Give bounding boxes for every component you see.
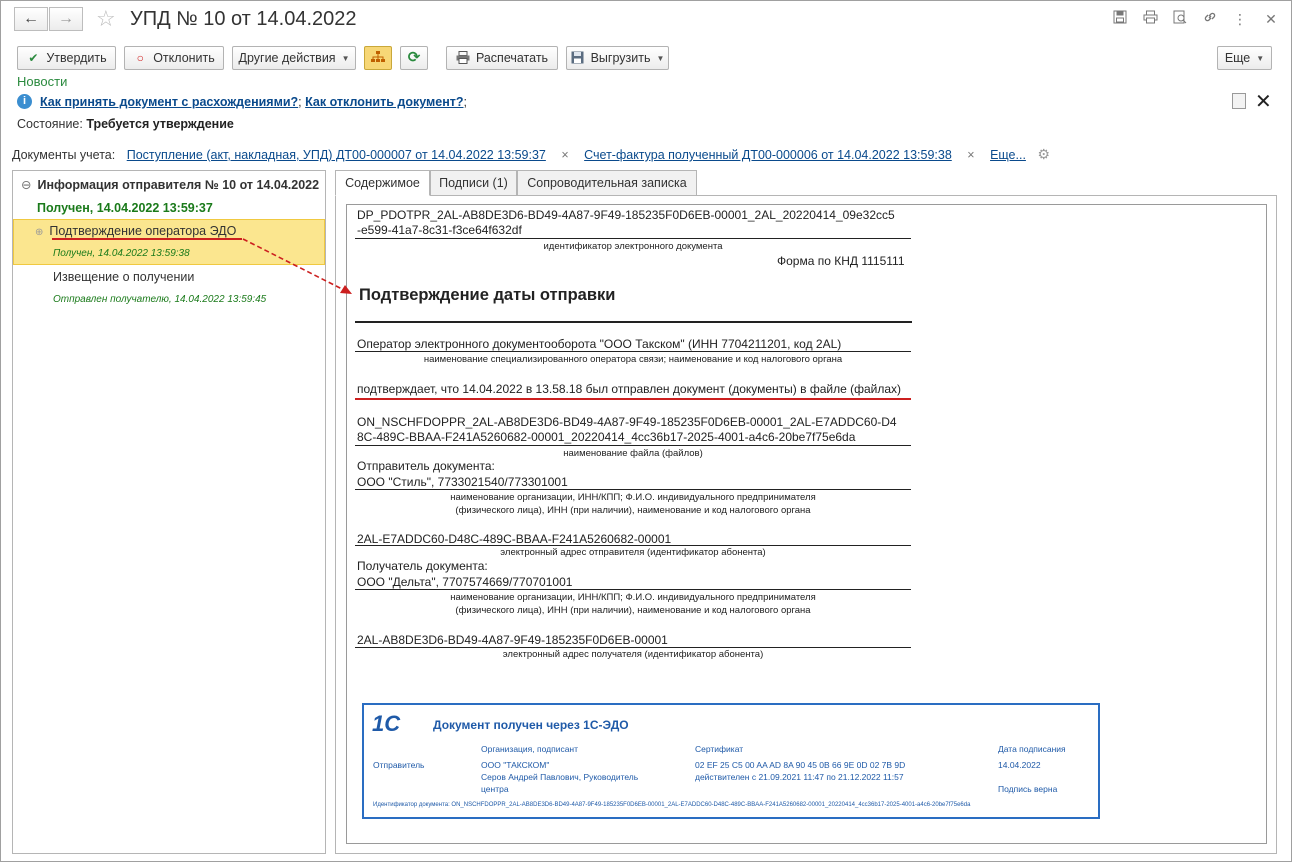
tab-content[interactable]: Содержимое [335,170,430,196]
annotation-arrow [242,238,352,294]
